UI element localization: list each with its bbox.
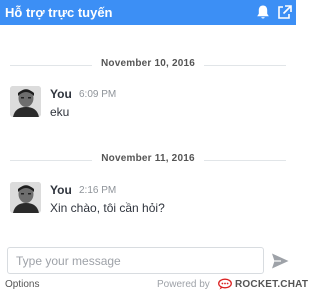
message-input[interactable] [8, 248, 263, 273]
powered-by-label: Powered by [157, 279, 210, 290]
send-icon[interactable] [270, 252, 290, 270]
message-item: You 2:16 PM Xin chào, tôi cần hỏi? [10, 182, 286, 228]
date-divider: November 11, 2016 [10, 153, 286, 167]
message-author: You [50, 87, 72, 101]
options-link[interactable]: Options [5, 279, 39, 290]
date-label: November 10, 2016 [100, 58, 195, 69]
date-label: November 11, 2016 [101, 153, 195, 164]
bell-icon[interactable] [255, 4, 271, 21]
popout-icon[interactable] [276, 4, 292, 21]
date-divider: November 10, 2016 [10, 58, 286, 72]
message-composer [7, 247, 264, 274]
message-text: Xin chào, tôi cần hỏi? [50, 201, 165, 215]
message-time: 2:16 PM [79, 185, 117, 196]
header-title: Hỗ trợ trực tuyến [5, 5, 113, 20]
message-list[interactable]: November 10, 2016 You 6:09 PM eku Novemb… [0, 25, 296, 247]
message-author: You [50, 183, 72, 197]
message-time: 6:09 PM [79, 89, 117, 100]
divider-line [204, 65, 286, 66]
rocket-chat-logo-icon[interactable] [218, 277, 232, 290]
message-item: You 6:09 PM eku [10, 86, 286, 132]
avatar[interactable] [10, 182, 41, 213]
rocket-chat-brand[interactable]: ROCKET.CHAT [235, 279, 308, 290]
livechat-header: Hỗ trợ trực tuyến [0, 0, 296, 25]
divider-line [204, 160, 286, 161]
avatar[interactable] [10, 86, 41, 117]
message-text: eku [50, 105, 70, 119]
